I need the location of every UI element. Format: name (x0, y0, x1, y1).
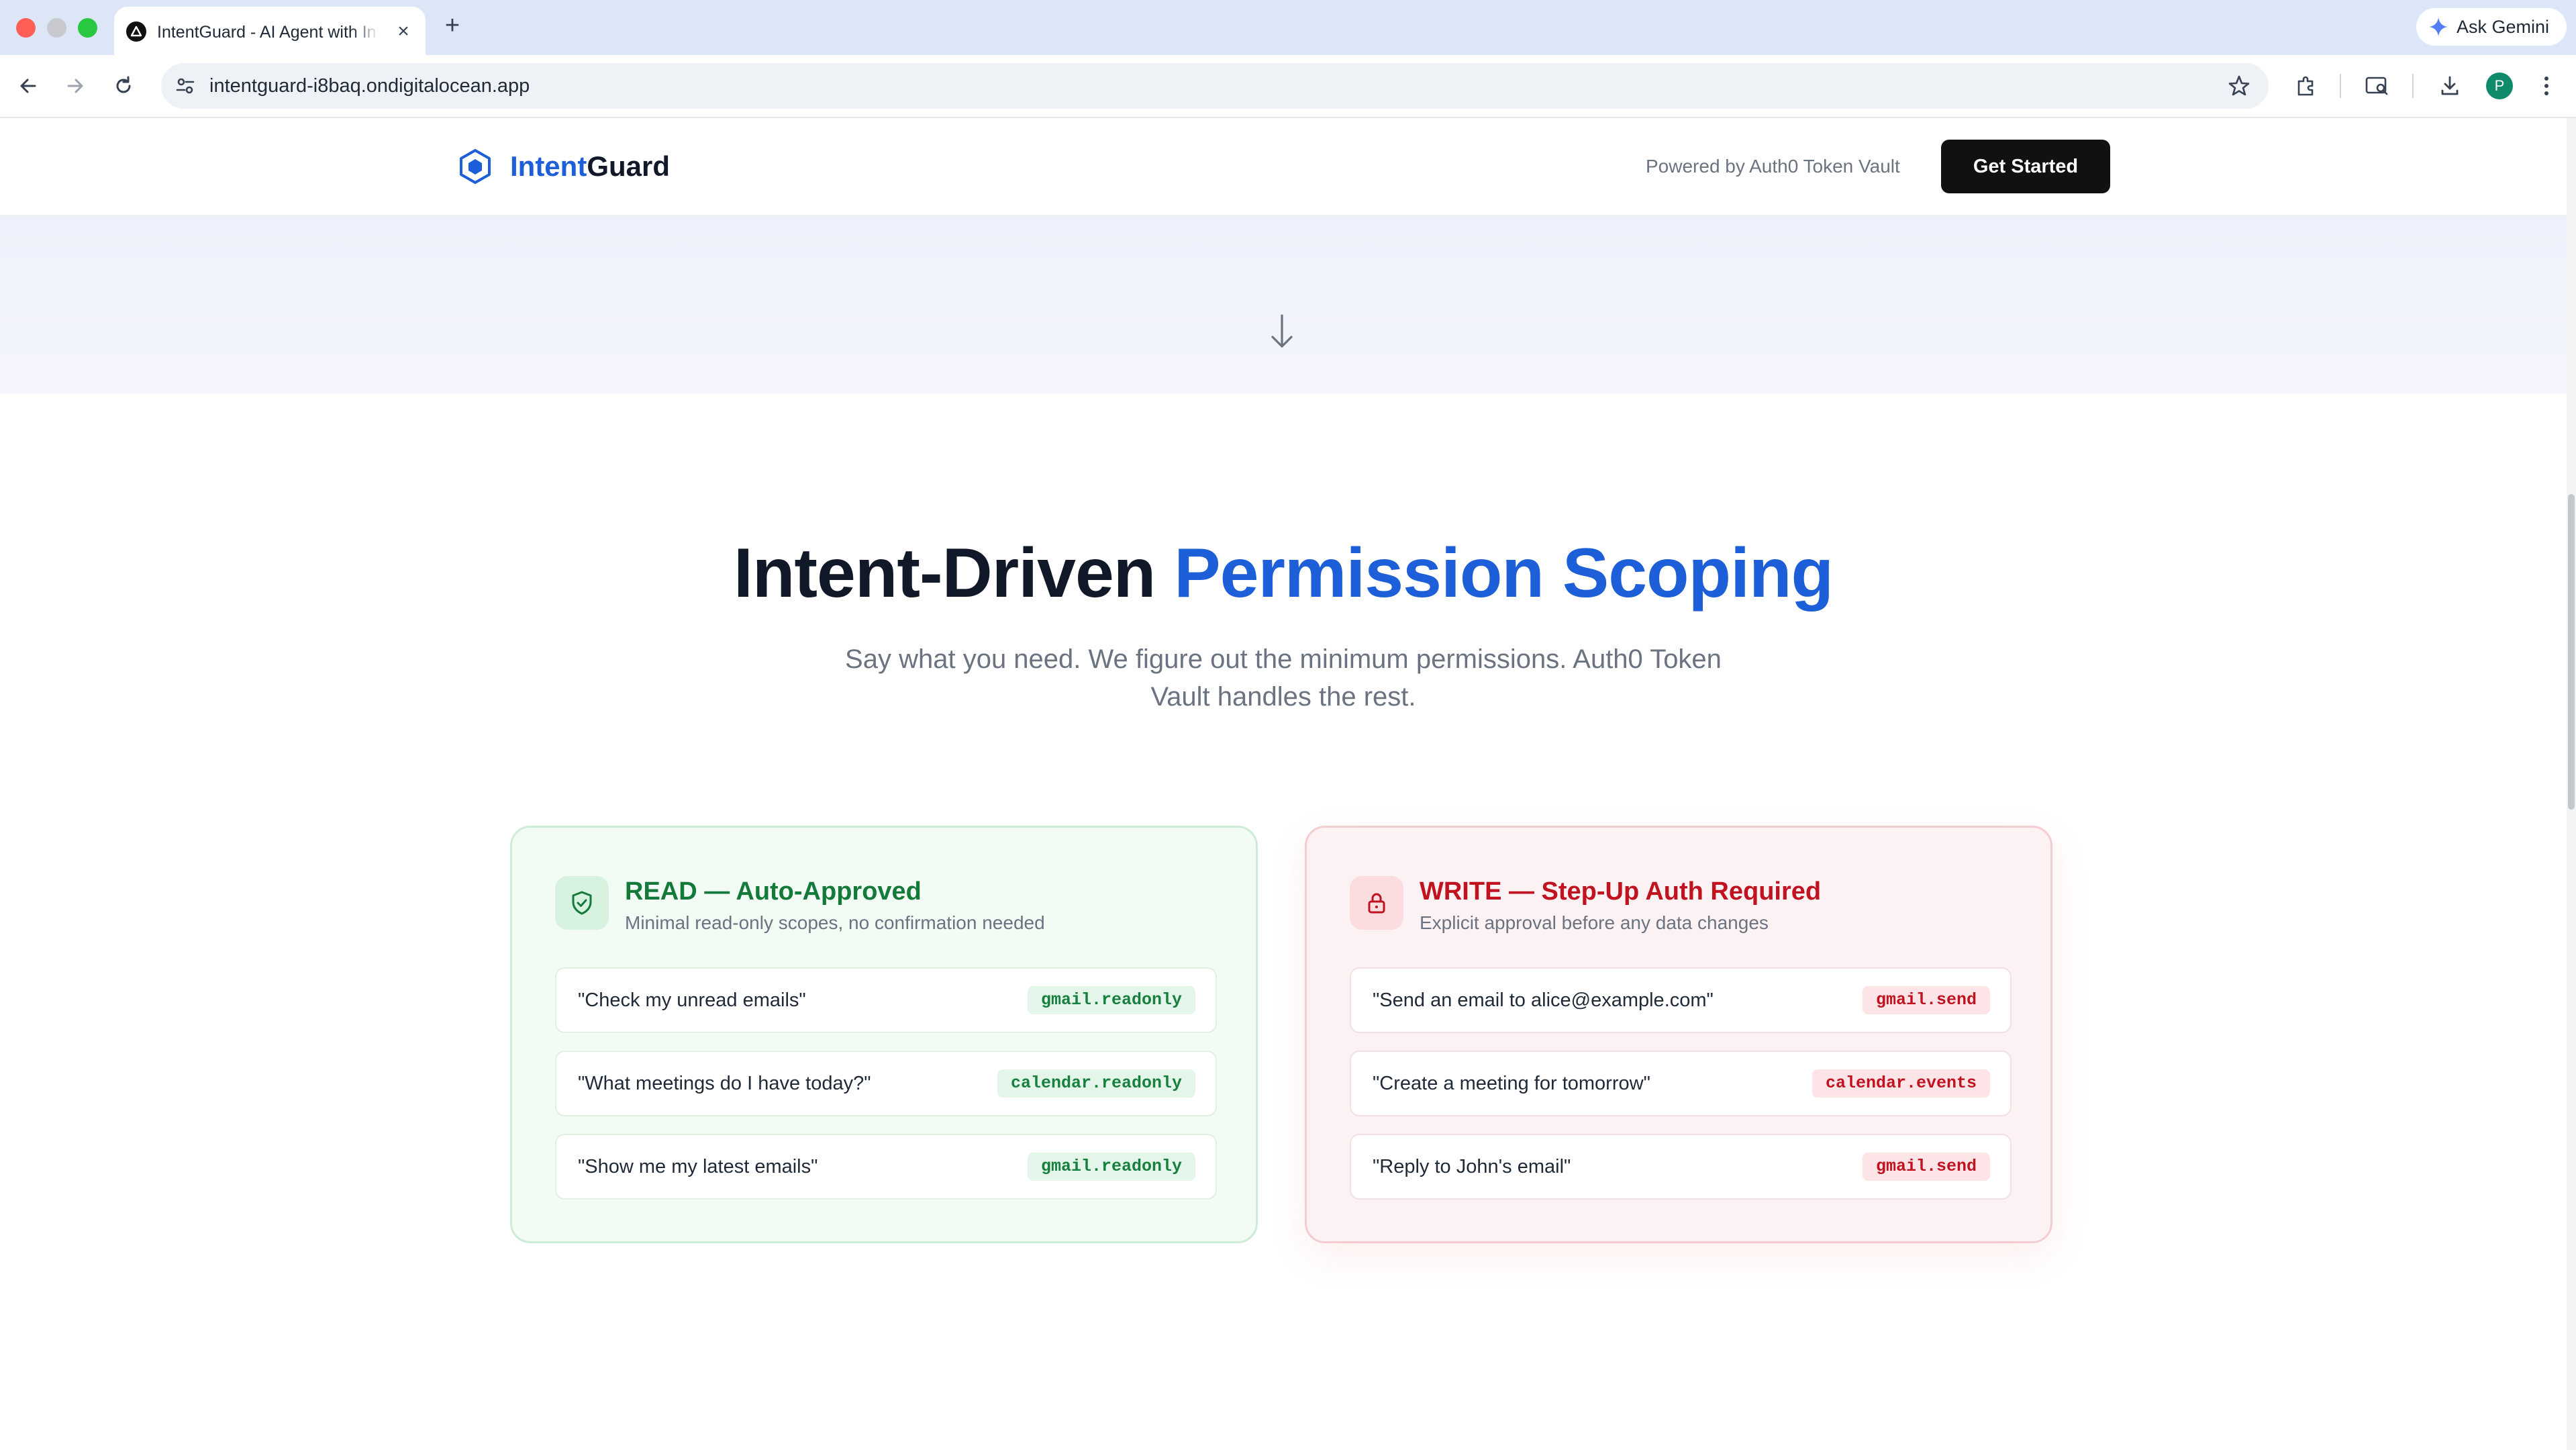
brand-name-guard: Guard (587, 150, 670, 182)
downloads-icon[interactable] (2434, 70, 2466, 102)
heading-part-1: Intent-Driven (733, 534, 1156, 612)
example-intent-row: "Create a meeting for tomorrow" calendar… (1350, 1051, 2012, 1116)
address-bar[interactable]: intentguard-i8baq.ondigitalocean.app (161, 63, 2269, 109)
intent-example-text: "Reply to John's email" (1373, 1156, 1571, 1177)
new-tab-button[interactable]: + (439, 12, 466, 39)
bookmark-star-icon[interactable] (2227, 74, 2251, 98)
scope-badge: calendar.readonly (997, 1069, 1195, 1098)
window-maximize-button[interactable] (78, 18, 97, 38)
example-intent-row: "Check my unread emails" gmail.readonly (555, 967, 1217, 1033)
tab-close-icon[interactable]: × (392, 20, 415, 43)
browser-menu-icon[interactable] (2530, 70, 2563, 102)
back-arrow-icon[interactable] (12, 70, 44, 102)
profile-avatar[interactable]: P (2486, 72, 2513, 99)
scroll-down-arrow-icon[interactable] (1266, 311, 1298, 352)
forward-arrow-icon[interactable] (59, 70, 91, 102)
browser-toolbar: intentguard-i8baq.ondigitalocean.app P (0, 55, 2576, 118)
browser-tab-strip: IntentGuard - AI Agent with Intent-Drive… (0, 0, 2576, 55)
intent-example-text: "Show me my latest emails" (578, 1156, 818, 1177)
tab-title: IntentGuard - AI Agent with Intent-Drive… (157, 21, 379, 43)
example-intent-row: "Reply to John's email" gmail.send (1350, 1134, 2012, 1200)
example-intent-row: "What meetings do I have today?" calenda… (555, 1051, 1217, 1116)
url-text: intentguard-i8baq.ondigitalocean.app (209, 75, 530, 97)
scope-badge: calendar.events (1812, 1069, 1990, 1098)
heading-part-2-accent: Permission Scoping (1174, 534, 1834, 612)
section-subtitle: Say what you need. We figure out the min… (845, 644, 1722, 712)
read-card-title: READ — Auto-Approved (625, 877, 922, 906)
toolbar-divider (2340, 74, 2341, 98)
reload-icon[interactable] (107, 70, 140, 102)
scope-badge: gmail.readonly (1027, 1153, 1195, 1181)
intent-example-text: "Check my unread emails" (578, 989, 806, 1011)
example-intent-row: "Show me my latest emails" gmail.readonl… (555, 1134, 1217, 1200)
window-close-button[interactable] (16, 18, 36, 38)
extensions-puzzle-icon[interactable] (2290, 70, 2322, 102)
read-permissions-card: READ — Auto-Approved Minimal read-only s… (510, 826, 1258, 1243)
page-scrollbar[interactable] (2567, 118, 2576, 1450)
intent-example-text: "Send an email to alice@example.com" (1373, 989, 1714, 1011)
get-started-button[interactable]: Get Started (1941, 140, 2110, 193)
site-header: IntentGuard Powered by Auth0 Token Vault… (0, 118, 2567, 216)
window-minimize-button[interactable] (47, 18, 66, 38)
brand-logo[interactable]: IntentGuard (510, 149, 670, 184)
hexagon-logo-icon (460, 149, 491, 184)
scope-badge: gmail.readonly (1027, 986, 1195, 1014)
read-card-description: Minimal read-only scopes, no confirmatio… (625, 912, 1045, 933)
ask-gemini-button[interactable]: Ask Gemini (2416, 8, 2567, 46)
intent-example-text: "Create a meeting for tomorrow" (1373, 1073, 1650, 1094)
toolbar-divider (2412, 74, 2414, 98)
example-intent-row: "Send an email to alice@example.com" gma… (1350, 967, 2012, 1033)
page-viewport: IntentGuard Powered by Auth0 Token Vault… (0, 118, 2576, 1450)
brand-name-intent: Intent (510, 150, 587, 182)
site-settings-icon[interactable] (175, 75, 196, 97)
write-permissions-card: WRITE — Step-Up Auth Required Explicit a… (1305, 826, 2052, 1243)
write-card-description: Explicit approval before any data change… (1420, 912, 1769, 933)
read-badge (555, 876, 609, 930)
shield-check-icon (572, 891, 592, 915)
write-badge (1350, 876, 1403, 930)
ask-gemini-label: Ask Gemini (2457, 16, 2550, 37)
intent-example-text: "What meetings do I have today?" (578, 1073, 871, 1094)
scrollbar-thumb[interactable] (2568, 494, 2575, 810)
powered-by-text: Powered by Auth0 Token Vault (1646, 156, 1900, 177)
lock-icon (1368, 893, 1385, 914)
site-favicon-icon (126, 21, 146, 42)
write-card-title: WRITE — Step-Up Auth Required (1420, 877, 1822, 906)
browser-tab-active[interactable]: IntentGuard - AI Agent with Intent-Drive… (114, 7, 426, 55)
tab-search-icon[interactable] (2361, 70, 2393, 102)
gemini-sparkle-icon (2429, 17, 2448, 36)
section-heading: Intent-Driven Permission Scoping (0, 532, 2567, 615)
scope-badge: gmail.send (1862, 986, 1990, 1014)
hero-band (0, 216, 2567, 393)
scope-badge: gmail.send (1862, 1153, 1990, 1181)
